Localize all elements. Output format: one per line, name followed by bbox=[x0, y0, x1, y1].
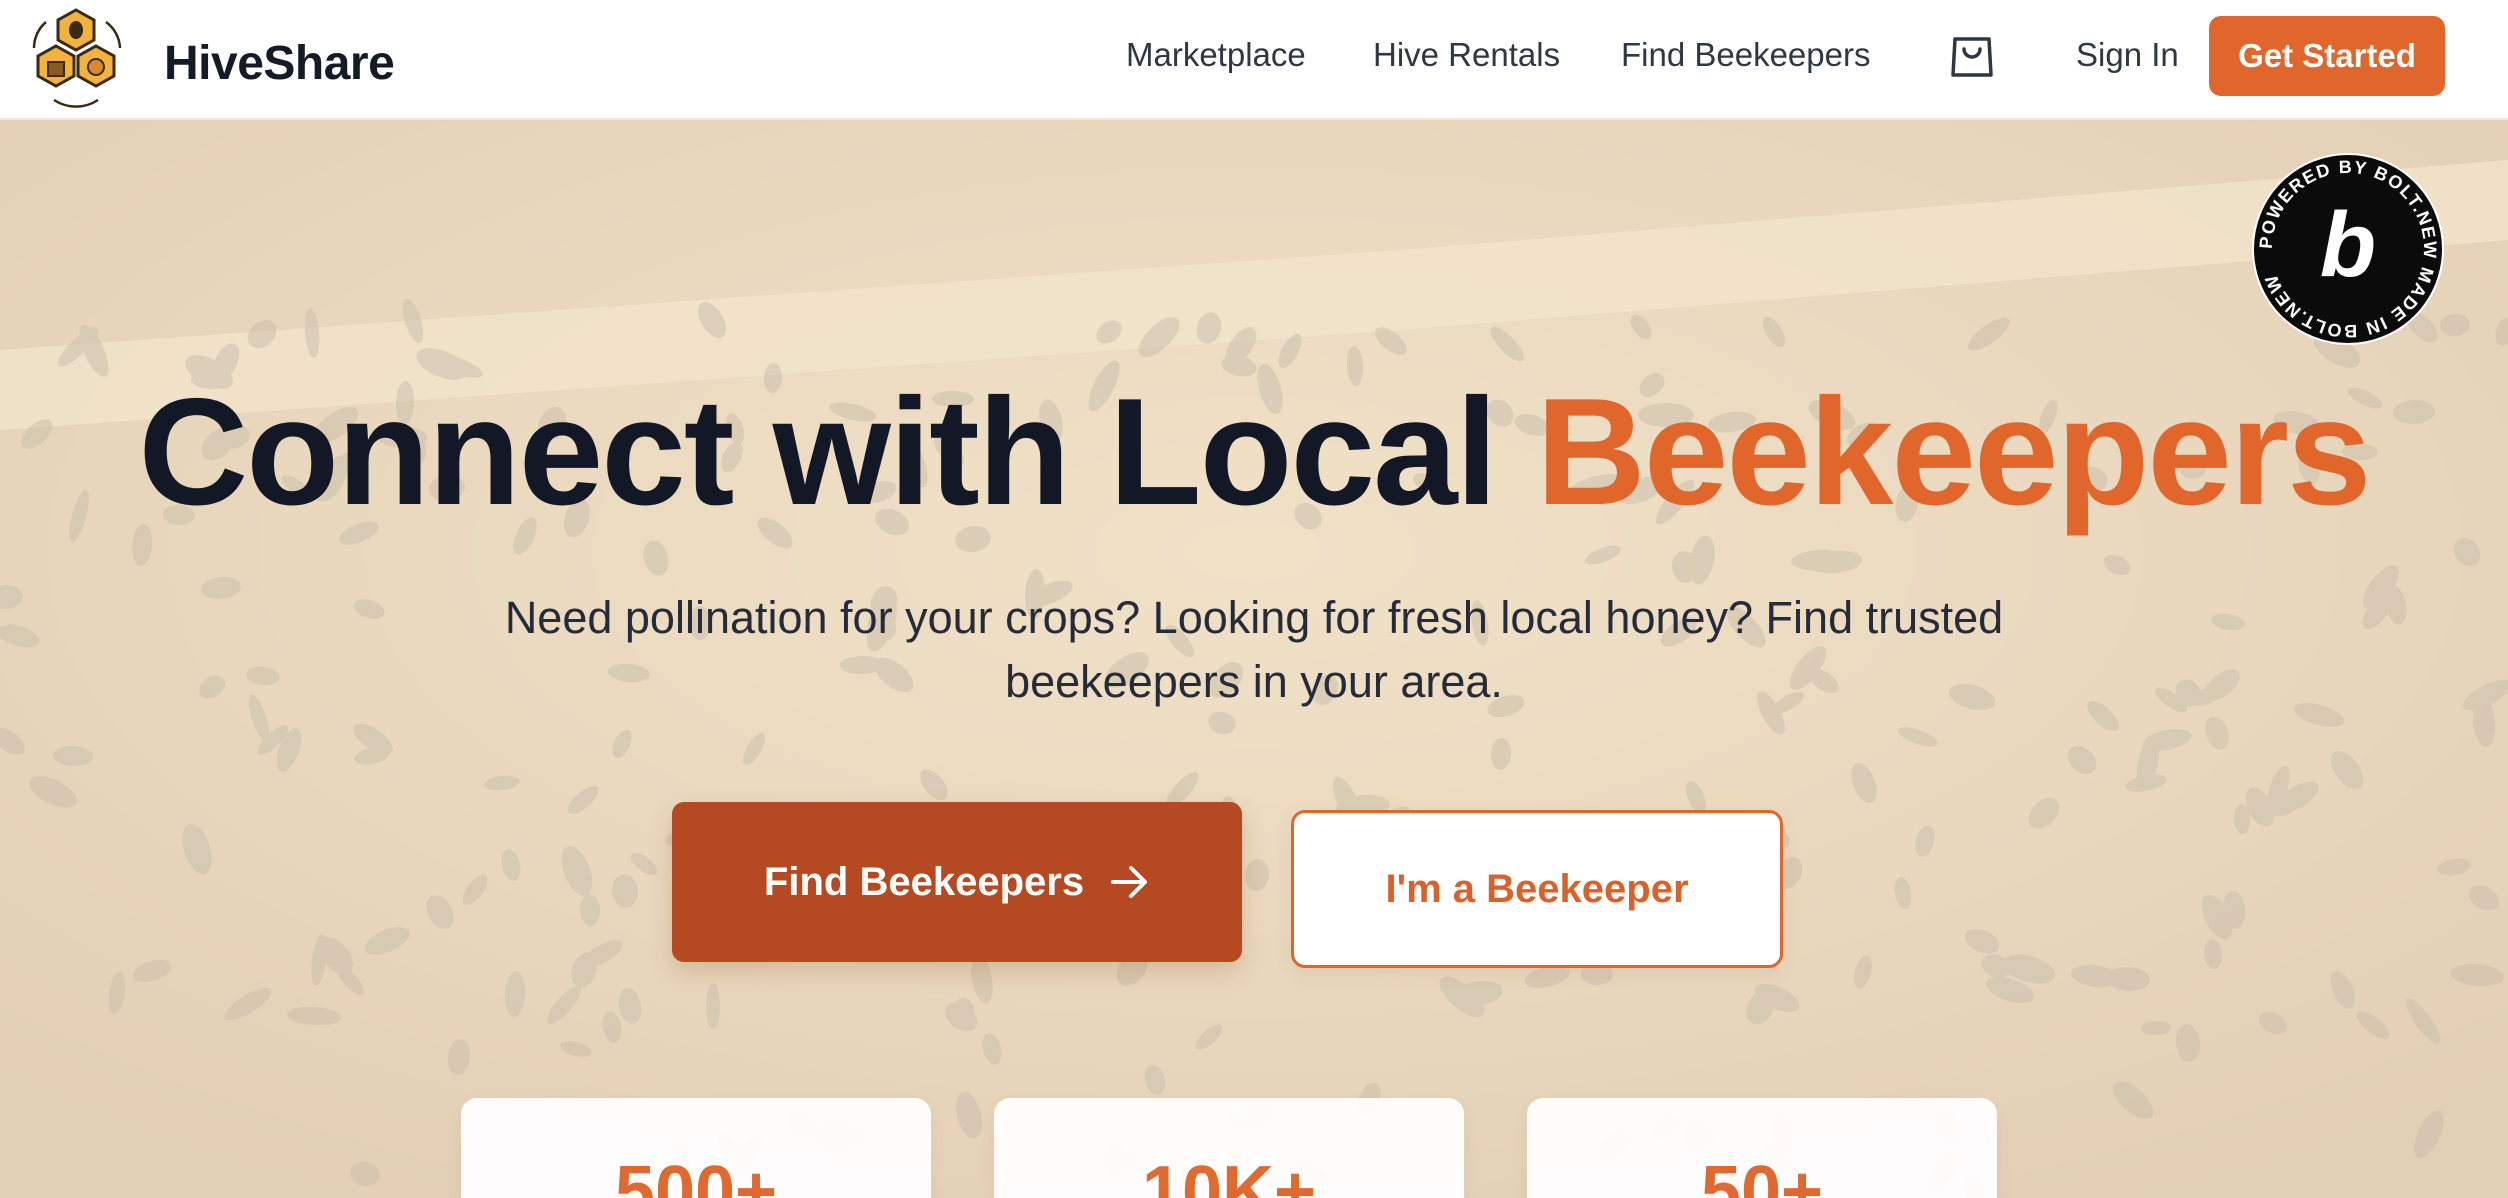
arrow-right-icon bbox=[1111, 866, 1148, 898]
nav-hive-rentals-link[interactable]: Hive Rentals bbox=[1373, 36, 1560, 74]
page: HiveShare Marketplace Hive Rentals Find … bbox=[0, 0, 2508, 1198]
hero-title: Connect with Local Beekeepers bbox=[0, 372, 2508, 532]
hive-hexagon-logo-icon bbox=[32, 8, 122, 108]
powered-by-bolt-badge[interactable]: POWERED BY BOLT.NEW MADE IN BOLT.NEW b bbox=[2251, 152, 2445, 346]
find-beekeepers-label: Find Beekeepers bbox=[763, 859, 1085, 904]
stat-card: 10K+ bbox=[994, 1098, 1464, 1198]
sign-in-link[interactable]: Sign In bbox=[2076, 36, 2179, 74]
cart-button[interactable] bbox=[1946, 30, 1998, 82]
shopping-bag-icon bbox=[1951, 37, 1993, 77]
stat-card: 500+ bbox=[461, 1098, 931, 1198]
nav-marketplace-link[interactable]: Marketplace bbox=[1126, 36, 1306, 74]
hero-title-main: Connect with Local bbox=[138, 367, 1497, 537]
stat-value: 50+ bbox=[1700, 1152, 1824, 1198]
stat-value: 10K+ bbox=[1141, 1152, 1317, 1198]
badge-letter: b bbox=[2320, 194, 2376, 296]
top-navigation-bar: HiveShare Marketplace Hive Rentals Find … bbox=[0, 0, 2508, 120]
get-started-button[interactable]: Get Started bbox=[2209, 16, 2445, 96]
hero-title-accent: Beekeepers bbox=[1536, 367, 2372, 537]
stat-value: 500+ bbox=[614, 1152, 778, 1198]
stat-card: 50+ bbox=[1527, 1098, 1997, 1198]
im-a-beekeeper-button[interactable]: I'm a Beekeeper bbox=[1291, 810, 1783, 968]
hero-subtitle: Need pollination for your crops? Looking… bbox=[504, 592, 2004, 707]
brand-name: HiveShare bbox=[164, 37, 395, 90]
find-beekeepers-button[interactable]: Find Beekeepers bbox=[672, 802, 1242, 962]
nav-find-beekeepers-link[interactable]: Find Beekeepers bbox=[1621, 36, 1870, 74]
brand[interactable]: HiveShare bbox=[24, 6, 395, 110]
bolt-badge-icon: POWERED BY BOLT.NEW MADE IN BOLT.NEW b bbox=[2252, 153, 2444, 345]
